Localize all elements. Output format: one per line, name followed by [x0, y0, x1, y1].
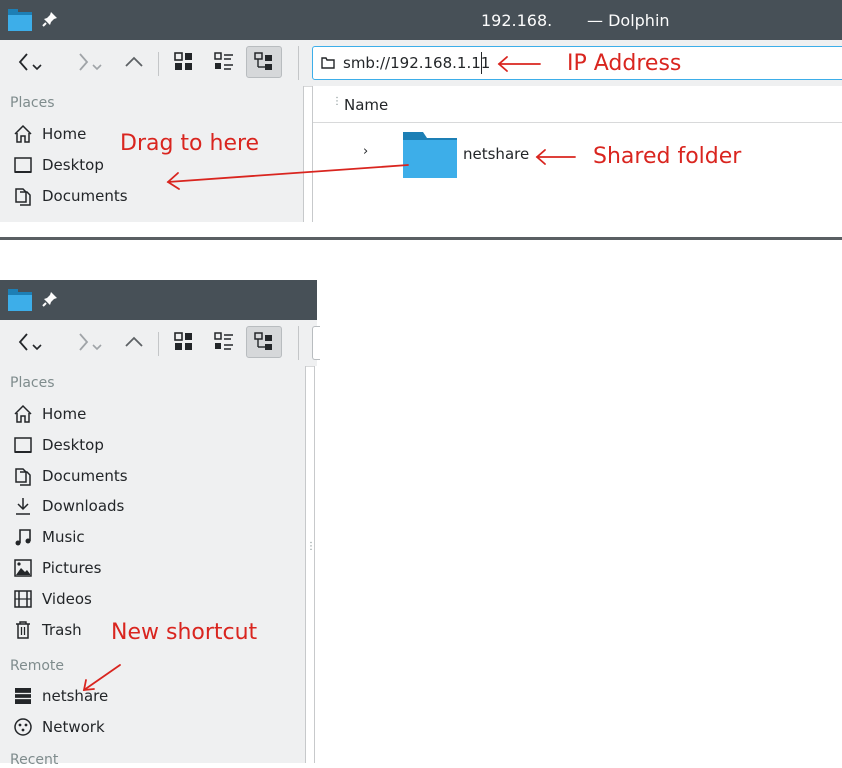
arrow-drag-path [166, 164, 409, 190]
annotation-arrows [82, 56, 576, 692]
arrow-to-address [497, 56, 541, 72]
arrow-to-shortcut [82, 664, 121, 692]
arrow-to-folder [535, 149, 576, 165]
